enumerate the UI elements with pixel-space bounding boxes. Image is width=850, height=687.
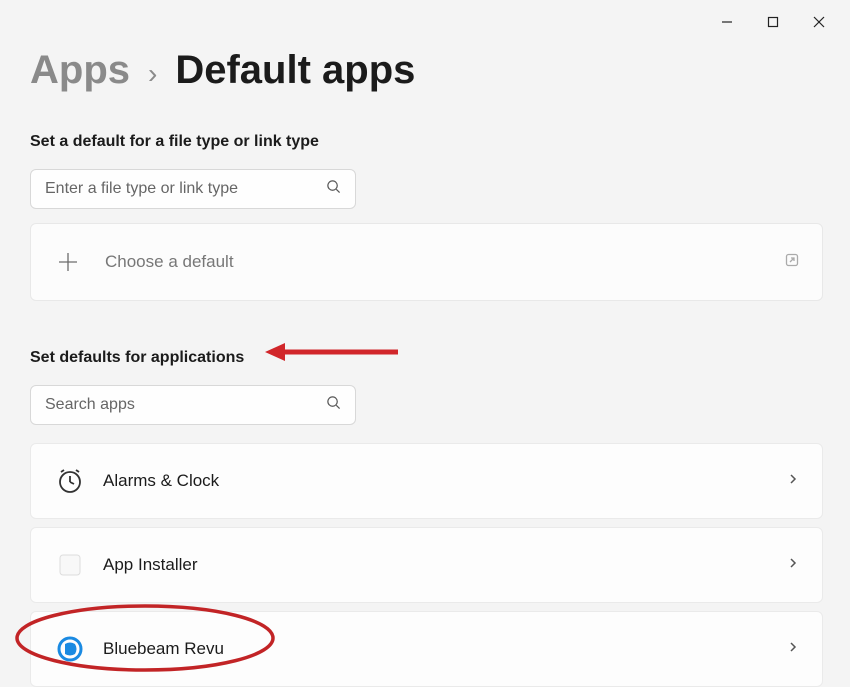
app-name-label: App Installer: [103, 555, 786, 575]
open-external-icon: [784, 252, 800, 273]
filetype-search-box[interactable]: [30, 169, 356, 209]
annotation-arrow: [263, 340, 403, 364]
app-name-label: Alarms & Clock: [103, 471, 786, 491]
close-icon: [813, 16, 825, 28]
apps-search-input[interactable]: [45, 396, 326, 414]
alarms-clock-icon: [53, 464, 87, 498]
app-row-app-installer[interactable]: App Installer: [30, 527, 823, 603]
app-row-alarms-clock[interactable]: Alarms & Clock: [30, 443, 823, 519]
chevron-right-icon: [786, 640, 800, 659]
filetype-search-input[interactable]: [45, 180, 326, 198]
search-icon: [326, 395, 341, 415]
breadcrumb: Apps › Default apps: [30, 48, 820, 93]
page-title: Default apps: [175, 48, 415, 93]
apps-section-label: Set defaults for applications: [30, 349, 820, 367]
chevron-right-icon: [786, 472, 800, 491]
breadcrumb-parent[interactable]: Apps: [30, 48, 130, 93]
choose-default-label: Choose a default: [105, 252, 784, 272]
maximize-button[interactable]: [750, 8, 796, 36]
filetype-section-label: Set a default for a file type or link ty…: [30, 133, 820, 151]
app-row-bluebeam-revu[interactable]: Bluebeam Revu: [30, 611, 823, 687]
close-button[interactable]: [796, 8, 842, 36]
minimize-icon: [721, 16, 733, 28]
bluebeam-revu-icon: [53, 632, 87, 666]
chevron-right-icon: [786, 556, 800, 575]
chevron-right-icon: ›: [148, 58, 157, 90]
app-installer-icon: [53, 548, 87, 582]
minimize-button[interactable]: [704, 8, 750, 36]
app-name-label: Bluebeam Revu: [103, 639, 786, 659]
search-icon: [326, 179, 341, 199]
apps-search-box[interactable]: [30, 385, 356, 425]
plus-icon: [53, 247, 83, 277]
choose-default-button[interactable]: Choose a default: [30, 223, 823, 301]
maximize-icon: [767, 16, 779, 28]
